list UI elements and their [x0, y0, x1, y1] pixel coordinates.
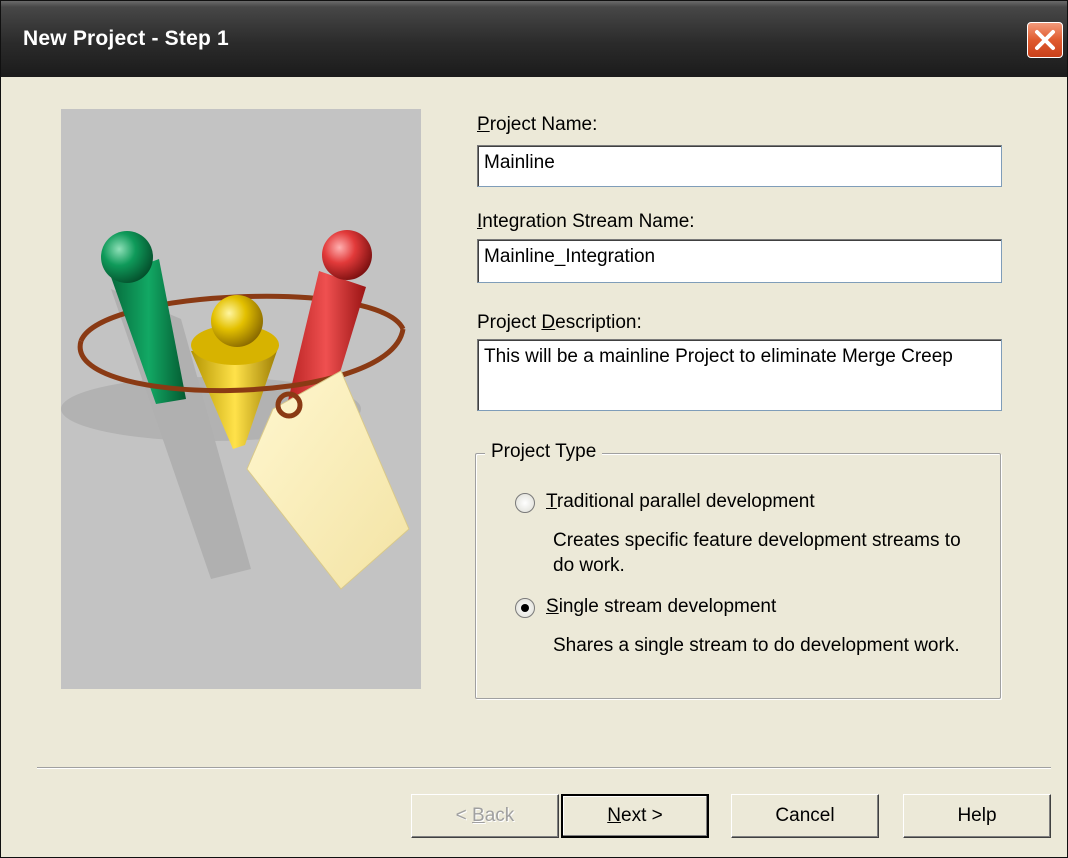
- project-description-label: Project Description:: [477, 312, 642, 333]
- single-stream-radio[interactable]: [515, 598, 535, 618]
- single-stream-description: Shares a single stream to do development…: [553, 635, 960, 656]
- project-illustration-graphic: [61, 230, 410, 590]
- traditional-parallel-radio[interactable]: [515, 493, 535, 513]
- title-bar[interactable]: New Project - Step 1: [1, 1, 1067, 77]
- window-title: New Project - Step 1: [23, 27, 229, 50]
- close-button[interactable]: [1027, 22, 1063, 58]
- cancel-button[interactable]: Cancel: [731, 794, 879, 838]
- project-name-input[interactable]: Mainline: [477, 145, 1002, 187]
- project-type-legend: Project Type: [485, 441, 603, 463]
- new-project-dialog: New Project - Step 1 Project Name: Mainl…: [0, 0, 1068, 858]
- project-description-input[interactable]: This will be a mainline Project to elimi…: [477, 339, 1002, 411]
- single-stream-label[interactable]: Single stream development: [546, 596, 776, 618]
- next-button[interactable]: Next >: [561, 794, 709, 838]
- close-icon: [1035, 30, 1055, 50]
- radio-selected-dot: [521, 604, 529, 612]
- project-name-label: Project Name:: [477, 114, 598, 135]
- integration-stream-name-label: Integration Stream Name:: [477, 211, 695, 232]
- integration-stream-name-input[interactable]: Mainline_Integration: [477, 239, 1002, 283]
- traditional-parallel-label[interactable]: Traditional parallel development: [546, 491, 815, 513]
- button-separator: [37, 767, 1051, 769]
- traditional-parallel-description: Creates specific feature development str…: [553, 530, 961, 576]
- project-illustration: [61, 109, 421, 689]
- back-button[interactable]: < Back: [411, 794, 559, 838]
- help-button[interactable]: Help: [903, 794, 1051, 838]
